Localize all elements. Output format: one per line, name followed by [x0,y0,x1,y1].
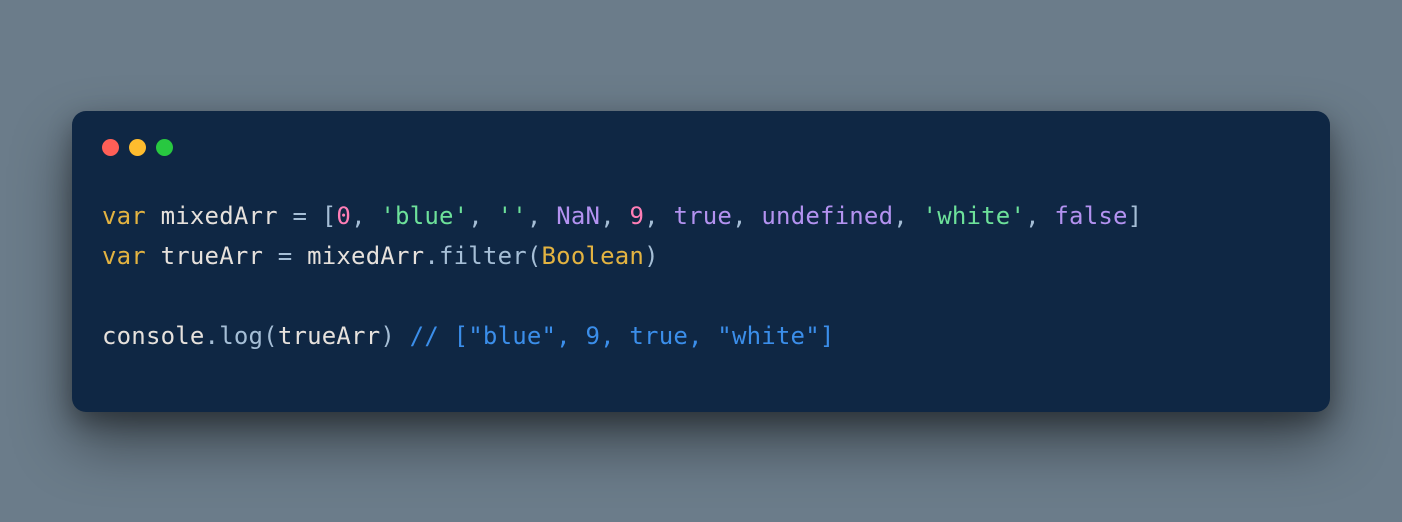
bracket-open: [ [322,202,337,230]
identifier-mixedarr: mixedArr [307,242,424,270]
method-filter: filter [439,242,527,270]
maximize-icon[interactable] [156,139,173,156]
space [146,242,161,270]
minimize-icon[interactable] [129,139,146,156]
equals-op: = [278,202,322,230]
comma: , [1025,202,1054,230]
comment-output: // ["blue", 9, true, "white"] [410,322,835,350]
code-window: var mixedArr = [0, 'blue', '', NaN, 9, t… [72,111,1330,412]
identifier-console: console [102,322,205,350]
equals-op: = [263,242,307,270]
dot-op: . [424,242,439,270]
window-titlebar [72,111,1330,156]
paren-open: ( [527,242,542,270]
paren-close: ) [380,322,395,350]
space [146,202,161,230]
undefined-literal: undefined [761,202,893,230]
comma: , [600,202,629,230]
comma: , [893,202,922,230]
string-blue: 'blue' [380,202,468,230]
true-literal: true [673,202,732,230]
paren-close: ) [644,242,659,270]
comma: , [527,202,556,230]
dot-op: . [205,322,220,350]
keyword-var: var [102,242,146,270]
string-white: 'white' [923,202,1026,230]
bracket-close: ] [1128,202,1143,230]
false-literal: false [1054,202,1127,230]
nan-literal: NaN [556,202,600,230]
method-log: log [219,322,263,350]
comma: , [644,202,673,230]
close-icon[interactable] [102,139,119,156]
keyword-var: var [102,202,146,230]
identifier-truearr: trueArr [161,242,264,270]
identifier-truearr: trueArr [278,322,381,350]
paren-open: ( [263,322,278,350]
code-block: var mixedArr = [0, 'blue', '', NaN, 9, t… [72,156,1330,412]
space [395,322,410,350]
comma: , [351,202,380,230]
identifier-mixedarr: mixedArr [161,202,278,230]
number-nine: 9 [630,202,645,230]
class-boolean: Boolean [542,242,645,270]
comma: , [468,202,497,230]
string-empty: '' [498,202,527,230]
number-zero: 0 [336,202,351,230]
comma: , [732,202,761,230]
